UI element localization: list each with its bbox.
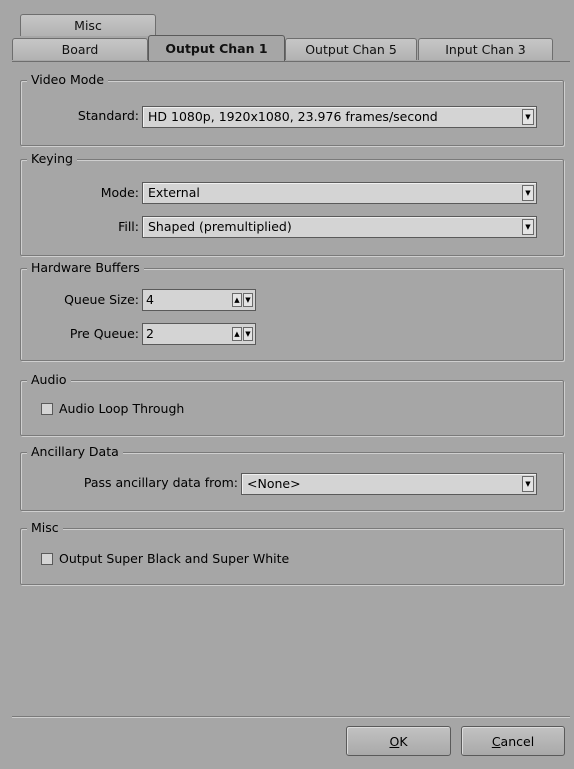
chevron-down-icon[interactable]: ▼ [522,185,534,201]
pre-queue-value: 2 [146,326,154,341]
checkbox-box[interactable] [41,402,53,415]
tab-misc-label: Misc [74,18,102,33]
standard-dropdown[interactable]: HD 1080p, 1920x1080, 23.976 frames/secon… [142,106,537,128]
arrow-down-icon[interactable]: ▼ [243,327,253,341]
checkbox-box[interactable] [41,552,53,565]
queue-size-label: Queue Size: [64,292,139,307]
pre-queue-stepper[interactable]: 2 ▲ ▼ [142,323,256,345]
misc-group: Misc Output Super Black and Super White [20,520,564,585]
chevron-down-icon[interactable]: ▼ [522,476,534,492]
standard-label: Standard: [77,108,139,123]
ok-accel: O [389,733,400,749]
tab-divider [12,61,570,62]
chevron-down-icon[interactable]: ▼ [522,109,534,125]
pre-queue-label: Pre Queue: [69,326,139,341]
footer-divider [12,716,570,717]
super-black-white-label: Output Super Black and Super White [59,551,290,566]
hardware-buffers-title: Hardware Buffers [27,260,144,276]
ancillary-data-group: Ancillary Data Pass ancillary data from:… [20,444,564,511]
video-mode-title: Video Mode [27,72,109,88]
super-black-white-checkbox[interactable]: Output Super Black and Super White [41,551,289,566]
fill-label: Fill: [118,219,139,234]
chevron-down-icon[interactable]: ▼ [522,219,534,235]
misc-title: Misc [27,520,63,536]
queue-size-stepper[interactable]: 4 ▲ ▼ [142,289,256,311]
hardware-buffers-group: Hardware Buffers Queue Size: 4 ▲ ▼ Pre Q… [20,260,564,361]
ancillary-data-title: Ancillary Data [27,444,123,460]
audio-group: Audio Audio Loop Through [20,372,564,436]
tab-output-chan-1-label: Output Chan 1 [165,41,268,56]
tab-input-chan-3[interactable]: Input Chan 3 [418,38,553,60]
tab-board-label: Board [61,42,99,57]
arrow-up-icon[interactable]: ▲ [232,327,242,341]
audio-loop-through-label: Audio Loop Through [59,401,185,416]
tab-misc[interactable]: Misc [20,14,156,36]
mode-label: Mode: [100,185,139,200]
pass-ancillary-dropdown[interactable]: <None> ▼ [241,473,537,495]
cancel-label: ancel [500,733,535,749]
arrow-up-icon[interactable]: ▲ [232,293,242,307]
output-settings-dialog: Misc Board Output Chan 1 Output Chan 5 I… [8,0,574,769]
standard-value: HD 1080p, 1920x1080, 23.976 frames/secon… [148,109,438,124]
tab-output-chan-1[interactable]: Output Chan 1 [148,35,285,61]
queue-size-value: 4 [146,292,154,307]
pass-ancillary-label: Pass ancillary data from: [83,475,238,490]
audio-loop-through-checkbox[interactable]: Audio Loop Through [41,401,184,416]
tab-output-chan-5[interactable]: Output Chan 5 [285,38,417,60]
cancel-button[interactable]: Cancel [461,726,565,756]
video-mode-group: Video Mode Standard: HD 1080p, 1920x1080… [20,72,564,146]
ok-button[interactable]: OK [346,726,451,756]
fill-dropdown[interactable]: Shaped (premultiplied) ▼ [142,216,537,238]
cancel-accel: C [491,733,501,749]
pass-ancillary-value: <None> [247,476,301,491]
arrow-down-icon[interactable]: ▼ [243,293,253,307]
tab-input-chan-3-label: Input Chan 3 [445,42,526,57]
mode-value: External [148,185,200,200]
keying-title: Keying [27,151,77,167]
ok-label: K [399,733,408,749]
fill-value: Shaped (premultiplied) [148,219,292,234]
keying-group: Keying Mode: External ▼ Fill: Shaped (pr… [20,151,564,256]
mode-dropdown[interactable]: External ▼ [142,182,537,204]
tab-board[interactable]: Board [12,38,148,60]
tab-output-chan-5-label: Output Chan 5 [305,42,397,57]
audio-title: Audio [27,372,71,388]
